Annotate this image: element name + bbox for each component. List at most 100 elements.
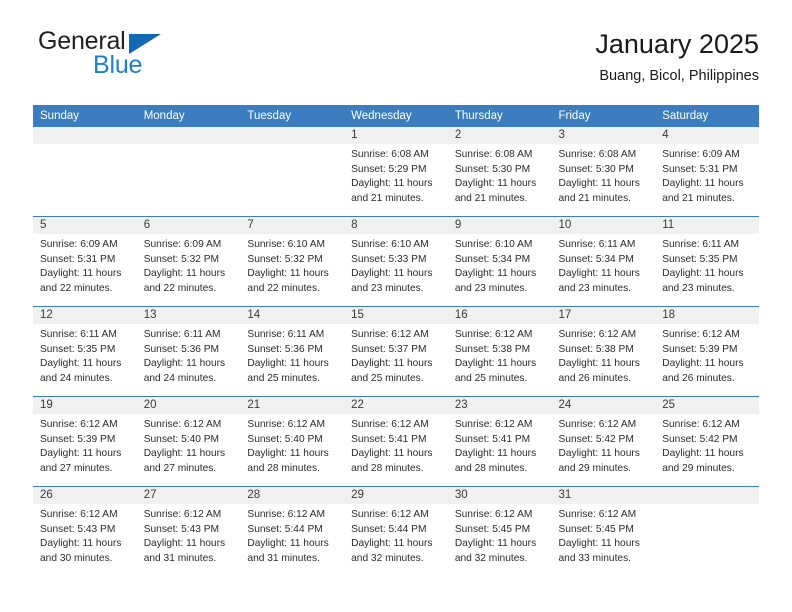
day-cell-inner <box>240 127 345 216</box>
sunrise-text: Sunrise: 6:10 AM <box>351 239 429 250</box>
day-details: Sunrise: 6:11 AM Sunset: 5:35 PM Daylight:… <box>655 234 759 296</box>
calendar-day-cell[interactable]: 19 Sunrise: 6:12 AM Sunset: 5:39 PM Dayligh… <box>33 396 137 487</box>
calendar-day-cell[interactable]: 4 Sunrise: 6:09 AM Sunset: 5:31 PM Daylight… <box>655 127 759 217</box>
day-details: Sunrise: 6:08 AM Sunset: 5:30 PM Daylight:… <box>552 144 656 206</box>
day-details: Sunrise: 6:11 AM Sunset: 5:35 PM Daylight:… <box>33 324 137 386</box>
daylight-text-line2: and 23 minutes. <box>558 282 632 294</box>
calendar-day-cell[interactable]: 9 Sunrise: 6:10 AM Sunset: 5:34 PM Daylight… <box>447 216 552 307</box>
calendar-day-cell[interactable]: 6 Sunrise: 6:09 AM Sunset: 5:32 PM Daylight… <box>136 216 241 307</box>
day-cell-inner: 30 Sunrise: 6:12 AM Sunset: 5:45 PM Dayligh… <box>447 487 552 576</box>
calendar-day-cell[interactable]: 28 Sunrise: 6:12 AM Sunset: 5:44 PM Dayligh… <box>240 486 345 576</box>
daylight-text-line1: Daylight: 11 hours <box>247 358 329 370</box>
daylight-text-line2: and 21 minutes. <box>351 192 424 204</box>
sunset-text: Sunset: 5:39 PM <box>662 343 738 355</box>
daylight-text-line1: Daylight: 11 hours <box>662 268 744 280</box>
calendar-day-cell[interactable]: 3 Sunrise: 6:08 AM Sunset: 5:30 PM Daylight… <box>551 127 656 217</box>
calendar-day-cell[interactable]: 7 Sunrise: 6:10 AM Sunset: 5:32 PM Daylight… <box>240 216 345 307</box>
calendar-day-cell[interactable]: 31 Sunrise: 6:12 AM Sunset: 5:45 PM Dayligh… <box>551 486 656 576</box>
daylight-text-line2: and 23 minutes. <box>351 282 424 294</box>
calendar-day-cell[interactable]: 2 Sunrise: 6:08 AM Sunset: 5:30 PM Daylight… <box>447 127 552 217</box>
sunrise-text: Sunrise: 6:12 AM <box>662 329 740 340</box>
calendar-body: 1 Sunrise: 6:08 AM Sunset: 5:29 PM Daylight… <box>33 127 759 576</box>
daylight-text-line1: Daylight: 11 hours <box>662 358 744 370</box>
daylight-text-line1: Daylight: 11 hours <box>558 178 640 190</box>
daylight-text-line2: and 22 minutes. <box>247 282 320 294</box>
daylight-text-line1: Daylight: 11 hours <box>351 358 433 370</box>
day-cell-inner: 23 Sunrise: 6:12 AM Sunset: 5:41 PM Dayligh… <box>447 397 552 486</box>
calendar-day-cell[interactable]: 30 Sunrise: 6:12 AM Sunset: 5:45 PM Dayligh… <box>447 486 552 576</box>
sunrise-text: Sunrise: 6:12 AM <box>143 509 222 520</box>
sunset-text: Sunset: 5:38 PM <box>558 343 634 355</box>
calendar-day-cell[interactable]: 16 Sunrise: 6:12 AM Sunset: 5:38 PM Dayligh… <box>447 306 552 397</box>
calendar-day-cell[interactable]: 1 Sunrise: 6:08 AM Sunset: 5:29 PM Daylight… <box>344 127 448 217</box>
calendar-day-cell[interactable]: 17 Sunrise: 6:12 AM Sunset: 5:38 PM Dayligh… <box>551 306 656 397</box>
day-cell-inner: 14 Sunrise: 6:11 AM Sunset: 5:36 PM Dayligh… <box>240 307 345 396</box>
day-details: Sunrise: 6:11 AM Sunset: 5:36 PM Daylight:… <box>240 324 344 386</box>
calendar-day-cell[interactable]: 27 Sunrise: 6:12 AM Sunset: 5:43 PM Dayligh… <box>136 486 241 576</box>
calendar-day-cell[interactable]: 12 Sunrise: 6:11 AM Sunset: 5:35 PM Dayligh… <box>33 306 137 397</box>
day-cell-inner: 8 Sunrise: 6:10 AM Sunset: 5:33 PM Daylight… <box>344 217 448 306</box>
daylight-text-line1: Daylight: 11 hours <box>143 448 226 460</box>
day-number: 30 <box>447 487 552 504</box>
day-details: Sunrise: 6:12 AM Sunset: 5:39 PM Daylight:… <box>33 414 137 476</box>
calendar-day-cell[interactable]: 29 Sunrise: 6:12 AM Sunset: 5:44 PM Dayligh… <box>344 486 448 576</box>
calendar-week-row: 19 Sunrise: 6:12 AM Sunset: 5:39 PM Dayligh… <box>33 396 759 487</box>
calendar-day-cell[interactable]: 8 Sunrise: 6:10 AM Sunset: 5:33 PM Daylight… <box>344 216 448 307</box>
calendar-day-cell[interactable]: 10 Sunrise: 6:11 AM Sunset: 5:34 PM Dayligh… <box>551 216 656 307</box>
daylight-text-line1: Daylight: 11 hours <box>351 448 433 460</box>
sunrise-text: Sunrise: 6:08 AM <box>454 149 533 160</box>
sunset-text: Sunset: 5:41 PM <box>351 433 427 445</box>
sunset-text: Sunset: 5:44 PM <box>351 523 427 535</box>
daylight-text-line2: and 21 minutes. <box>558 192 632 204</box>
day-cell-inner: 11 Sunrise: 6:11 AM Sunset: 5:35 PM Dayligh… <box>655 217 759 306</box>
day-number <box>655 487 759 504</box>
calendar-day-cell[interactable]: 20 Sunrise: 6:12 AM Sunset: 5:40 PM Dayligh… <box>136 396 241 487</box>
sunrise-text: Sunrise: 6:11 AM <box>247 329 325 340</box>
day-number: 29 <box>344 487 448 504</box>
calendar-day-cell[interactable]: 11 Sunrise: 6:11 AM Sunset: 5:35 PM Dayligh… <box>655 216 759 307</box>
calendar-day-cell[interactable]: 26 Sunrise: 6:12 AM Sunset: 5:43 PM Dayligh… <box>33 486 137 576</box>
day-cell-inner: 27 Sunrise: 6:12 AM Sunset: 5:43 PM Dayligh… <box>136 487 241 576</box>
general-blue-logo[interactable]: General Blue <box>33 28 273 79</box>
daylight-text-line2: and 27 minutes. <box>143 462 217 474</box>
calendar-day-cell[interactable]: 23 Sunrise: 6:12 AM Sunset: 5:41 PM Dayligh… <box>447 396 552 487</box>
calendar-day-cell[interactable]: 14 Sunrise: 6:11 AM Sunset: 5:36 PM Dayligh… <box>240 306 345 397</box>
day-number: 2 <box>447 127 552 144</box>
sunrise-text: Sunrise: 6:08 AM <box>558 149 637 160</box>
day-number: 5 <box>33 217 137 234</box>
sunset-text: Sunset: 5:45 PM <box>558 523 634 535</box>
calendar-day-cell[interactable]: 18 Sunrise: 6:12 AM Sunset: 5:39 PM Dayligh… <box>655 306 759 397</box>
day-number: 7 <box>240 217 345 234</box>
calendar-day-cell[interactable]: 15 Sunrise: 6:12 AM Sunset: 5:37 PM Dayligh… <box>344 306 448 397</box>
day-details: Sunrise: 6:12 AM Sunset: 5:40 PM Daylight:… <box>240 414 344 476</box>
sunrise-text: Sunrise: 6:12 AM <box>454 419 533 430</box>
weekday-header-thursday: Thursday <box>447 105 552 127</box>
day-cell-inner <box>33 127 137 216</box>
day-cell-inner: 12 Sunrise: 6:11 AM Sunset: 5:35 PM Dayligh… <box>33 307 137 396</box>
sunrise-text: Sunrise: 6:12 AM <box>351 509 429 520</box>
day-cell-inner <box>655 487 759 576</box>
day-number: 12 <box>33 307 137 324</box>
title-block: January 2025 Buang, Bicol, Philippines <box>595 28 759 86</box>
calendar-day-cell[interactable]: 13 Sunrise: 6:11 AM Sunset: 5:36 PM Dayligh… <box>136 306 241 397</box>
calendar-day-cell[interactable]: 24 Sunrise: 6:12 AM Sunset: 5:42 PM Dayligh… <box>551 396 656 487</box>
daylight-text-line2: and 31 minutes. <box>143 552 217 564</box>
calendar-day-cell[interactable]: 25 Sunrise: 6:12 AM Sunset: 5:42 PM Dayligh… <box>655 396 759 487</box>
day-details: Sunrise: 6:12 AM Sunset: 5:38 PM Daylight:… <box>448 324 552 386</box>
sunrise-text: Sunrise: 6:09 AM <box>662 149 740 160</box>
calendar-day-cell[interactable]: 22 Sunrise: 6:12 AM Sunset: 5:41 PM Dayligh… <box>344 396 448 487</box>
sunset-text: Sunset: 5:31 PM <box>662 163 738 175</box>
calendar-day-cell <box>655 486 759 576</box>
calendar-day-cell[interactable]: 5 Sunrise: 6:09 AM Sunset: 5:31 PM Daylight… <box>33 216 137 307</box>
day-number: 26 <box>33 487 137 504</box>
sunset-text: Sunset: 5:40 PM <box>247 433 323 445</box>
sunset-text: Sunset: 5:37 PM <box>351 343 427 355</box>
daylight-text-line1: Daylight: 11 hours <box>351 268 433 280</box>
sunset-text: Sunset: 5:35 PM <box>662 253 738 265</box>
daylight-text-line1: Daylight: 11 hours <box>247 268 329 280</box>
calendar-week-row: 5 Sunrise: 6:09 AM Sunset: 5:31 PM Daylight… <box>33 216 759 307</box>
calendar-day-cell[interactable]: 21 Sunrise: 6:12 AM Sunset: 5:40 PM Dayligh… <box>240 396 345 487</box>
sunrise-text: Sunrise: 6:12 AM <box>662 419 740 430</box>
sunset-text: Sunset: 5:39 PM <box>40 433 116 445</box>
sunrise-text: Sunrise: 6:12 AM <box>143 419 222 430</box>
